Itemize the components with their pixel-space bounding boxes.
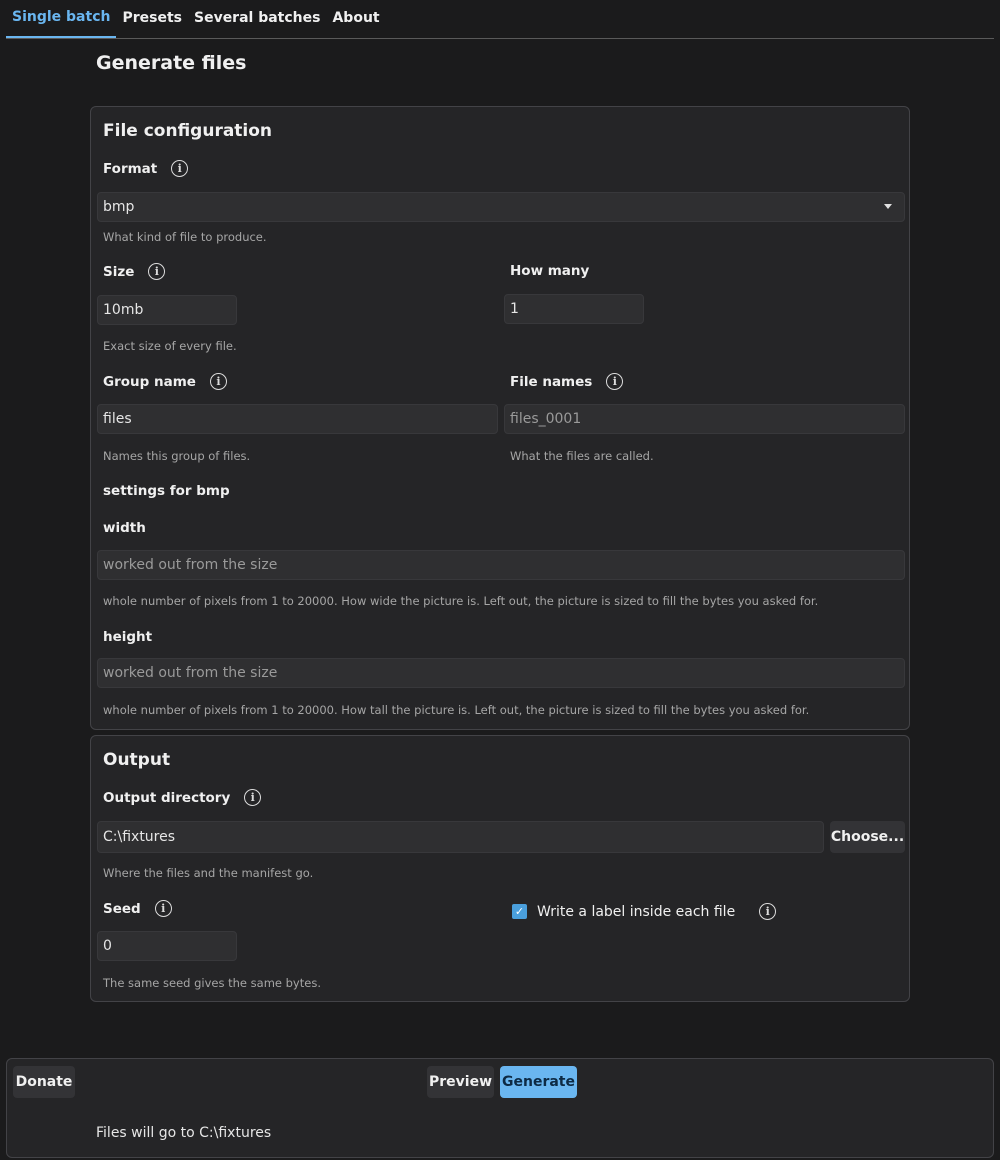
width-label: width (103, 520, 146, 536)
tab-several-batches[interactable]: Several batches (188, 0, 326, 38)
width-input[interactable]: worked out from the size (97, 550, 905, 580)
file-names-hint: What the files are called. (510, 449, 654, 463)
output-directory-input[interactable]: C:\fixtures (97, 821, 824, 853)
file-names-input[interactable]: files_0001 (504, 404, 905, 434)
output-directory-info-icon[interactable]: i (244, 789, 262, 806)
seed-label: Seed i (103, 900, 172, 917)
format-info-icon[interactable]: i (171, 160, 189, 177)
width-placeholder: worked out from the size (103, 557, 278, 573)
seed-hint: The same seed gives the same bytes. (103, 976, 321, 990)
choose-directory-button[interactable]: Choose... (830, 821, 905, 853)
output-panel: Output Output directory i C:\fixtures Ch… (90, 735, 910, 1002)
generate-button[interactable]: Generate (500, 1066, 577, 1098)
output-title: Output (103, 750, 171, 770)
format-select-value: bmp (103, 199, 135, 215)
height-placeholder: worked out from the size (103, 665, 278, 681)
group-name-input-value: files (103, 411, 132, 427)
output-directory-value: C:\fixtures (103, 829, 176, 845)
height-hint: whole number of pixels from 1 to 20000. … (103, 703, 810, 717)
donate-button[interactable]: Donate (13, 1066, 75, 1098)
how-many-label-text: How many (510, 263, 590, 279)
output-directory-label: Output directory i (103, 789, 262, 806)
format-label: Format i (103, 160, 189, 177)
how-many-label: How many (510, 263, 589, 279)
tab-about[interactable]: About (326, 0, 385, 38)
file-names-label: File names i (510, 373, 624, 390)
height-label: height (103, 629, 153, 645)
group-name-info-icon[interactable]: i (209, 373, 227, 390)
footer-bar: Donate Preview Generate Files will go to… (6, 1058, 994, 1158)
tab-single-batch[interactable]: Single batch (6, 0, 117, 38)
settings-heading: settings for bmp (103, 483, 230, 499)
seed-info-icon[interactable]: i (154, 900, 172, 917)
group-name-hint: Names this group of files. (103, 449, 251, 463)
group-name-input[interactable]: files (97, 404, 498, 434)
size-input-value: 10mb (103, 302, 144, 318)
size-hint: Exact size of every file. (103, 339, 237, 353)
status-text: Files will go to C:\fixtures (96, 1125, 272, 1141)
file-configuration-title: File configuration (103, 121, 273, 141)
group-name-label: Group name i (103, 373, 227, 390)
chevron-down-icon (884, 204, 892, 209)
file-names-info-icon[interactable]: i (606, 373, 624, 390)
preview-button[interactable]: Preview (427, 1066, 494, 1098)
write-label-info-icon[interactable]: i (759, 903, 777, 920)
format-label-text: Format (103, 160, 158, 177)
size-label-text: Size (103, 263, 135, 280)
output-directory-label-text: Output directory (103, 789, 231, 806)
page-title: Generate files (96, 52, 247, 74)
seed-input[interactable]: 0 (97, 931, 237, 961)
height-input[interactable]: worked out from the size (97, 658, 905, 688)
size-label: Size i (103, 263, 166, 280)
tab-presets[interactable]: Presets (116, 0, 188, 38)
write-label-checkbox-label: Write a label inside each file (537, 903, 736, 920)
size-info-icon[interactable]: i (148, 263, 166, 280)
write-label-checkbox-row[interactable]: ✓ Write a label inside each file i (512, 903, 777, 920)
seed-input-value: 0 (103, 938, 112, 954)
how-many-input[interactable]: 1 (504, 294, 644, 324)
how-many-input-value: 1 (510, 301, 519, 317)
output-directory-hint: Where the files and the manifest go. (103, 866, 314, 880)
tab-bar: Single batch Presets Several batches Abo… (6, 0, 994, 39)
format-hint: What kind of file to produce. (103, 230, 267, 244)
width-hint: whole number of pixels from 1 to 20000. … (103, 594, 819, 608)
size-input[interactable]: 10mb (97, 295, 237, 325)
file-names-placeholder: files_0001 (510, 411, 582, 427)
file-configuration-panel: File configuration Format i bmp What kin… (90, 106, 910, 730)
seed-label-text: Seed (103, 900, 141, 917)
file-names-label-text: File names (510, 373, 593, 390)
group-name-label-text: Group name (103, 373, 196, 390)
check-icon[interactable]: ✓ (512, 904, 527, 919)
format-select[interactable]: bmp (97, 192, 905, 222)
